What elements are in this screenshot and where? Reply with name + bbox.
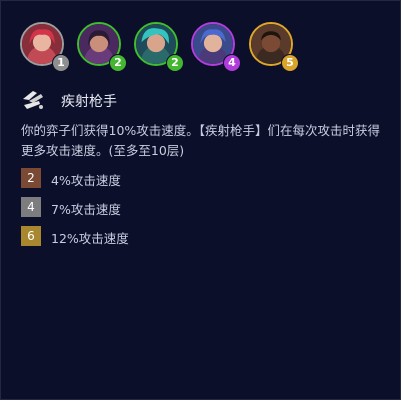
- champion-cost-badge: 1: [53, 55, 69, 71]
- tier-count-badge: 2: [21, 168, 41, 188]
- trait-name: 疾射枪手: [61, 94, 117, 110]
- tier-bonus-text: 4%攻击速度: [51, 173, 121, 188]
- tier-count-badge: 6: [21, 226, 41, 246]
- tier-bonus-text: 7%攻击速度: [51, 202, 121, 217]
- trait-description: 你的弈子们获得10%攻击速度。【疾射枪手】们在每次攻击时获得更多攻击速度。(至多…: [21, 123, 381, 158]
- tier-bonus-text: 12%攻击速度: [51, 231, 129, 246]
- champion-cost-badge: 2: [167, 55, 183, 71]
- champion-cost-badge: 5: [282, 55, 298, 71]
- rapidfire-trait-icon: [23, 91, 43, 109]
- champion-cost-badge: 2: [110, 55, 126, 71]
- trait-tooltip-panel: 1 2 2 4 5 疾射枪手 你的弈子们获得10%攻击速度。【疾射枪手】们在每次…: [0, 0, 401, 400]
- champion-cost-badge: 4: [224, 55, 240, 71]
- tier-count-badge: 4: [21, 197, 41, 217]
